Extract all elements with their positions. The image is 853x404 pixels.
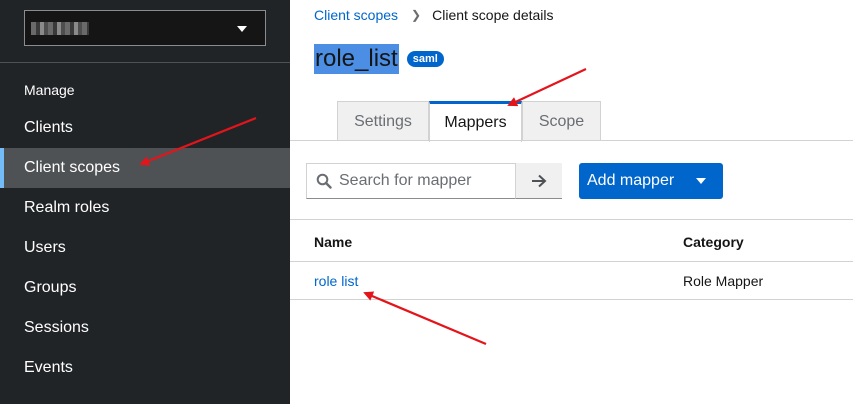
mapper-name-link[interactable]: role list [314, 273, 358, 289]
breadcrumb-link-client-scopes[interactable]: Client scopes [314, 7, 398, 23]
sidebar-item-users[interactable]: Users [0, 228, 290, 268]
column-header-name[interactable]: Name [314, 234, 352, 250]
breadcrumb: Client scopes ❯ Client scope details [314, 7, 554, 23]
search-submit-button[interactable] [516, 163, 562, 199]
realm-name-redacted [31, 22, 89, 35]
caret-down-icon [696, 178, 706, 184]
tab-settings[interactable]: Settings [337, 101, 429, 141]
search-icon [316, 173, 332, 189]
page-title: role_list [314, 44, 399, 74]
search-box [306, 163, 516, 199]
search-input[interactable] [339, 164, 513, 198]
table-header-border [290, 261, 853, 262]
sidebar-item-sessions[interactable]: Sessions [0, 308, 290, 348]
nav-section-manage: Manage [24, 82, 75, 98]
mapper-category: Role Mapper [683, 273, 764, 289]
title-row: role_list saml [314, 44, 444, 74]
realm-selector[interactable] [24, 10, 266, 46]
add-mapper-button[interactable]: Add mapper [579, 163, 723, 199]
protocol-badge: saml [406, 51, 444, 67]
breadcrumb-current: Client scope details [432, 7, 554, 23]
tabs-divider [290, 140, 853, 141]
tab-scope[interactable]: Scope [522, 101, 601, 141]
tab-mappers[interactable]: Mappers [429, 101, 522, 142]
sidebar-item-realm-roles[interactable]: Realm roles [0, 188, 290, 228]
table-top-border [290, 219, 853, 220]
sidebar: Manage Clients Client scopes Realm roles… [0, 0, 290, 404]
add-mapper-label: Add mapper [587, 172, 675, 189]
caret-down-icon [237, 26, 247, 32]
main-content: Client scopes ❯ Client scope details rol… [290, 0, 853, 404]
sidebar-item-events[interactable]: Events [0, 348, 290, 388]
sidebar-item-clients[interactable]: Clients [0, 108, 290, 148]
sidebar-divider [0, 62, 290, 63]
column-header-category: Category [683, 234, 744, 250]
arrow-right-icon [532, 174, 547, 187]
breadcrumb-separator-icon: ❯ [411, 8, 422, 22]
sidebar-item-groups[interactable]: Groups [0, 268, 290, 308]
sidebar-item-client-scopes[interactable]: Client scopes [0, 148, 290, 188]
table-row-border [290, 299, 853, 300]
